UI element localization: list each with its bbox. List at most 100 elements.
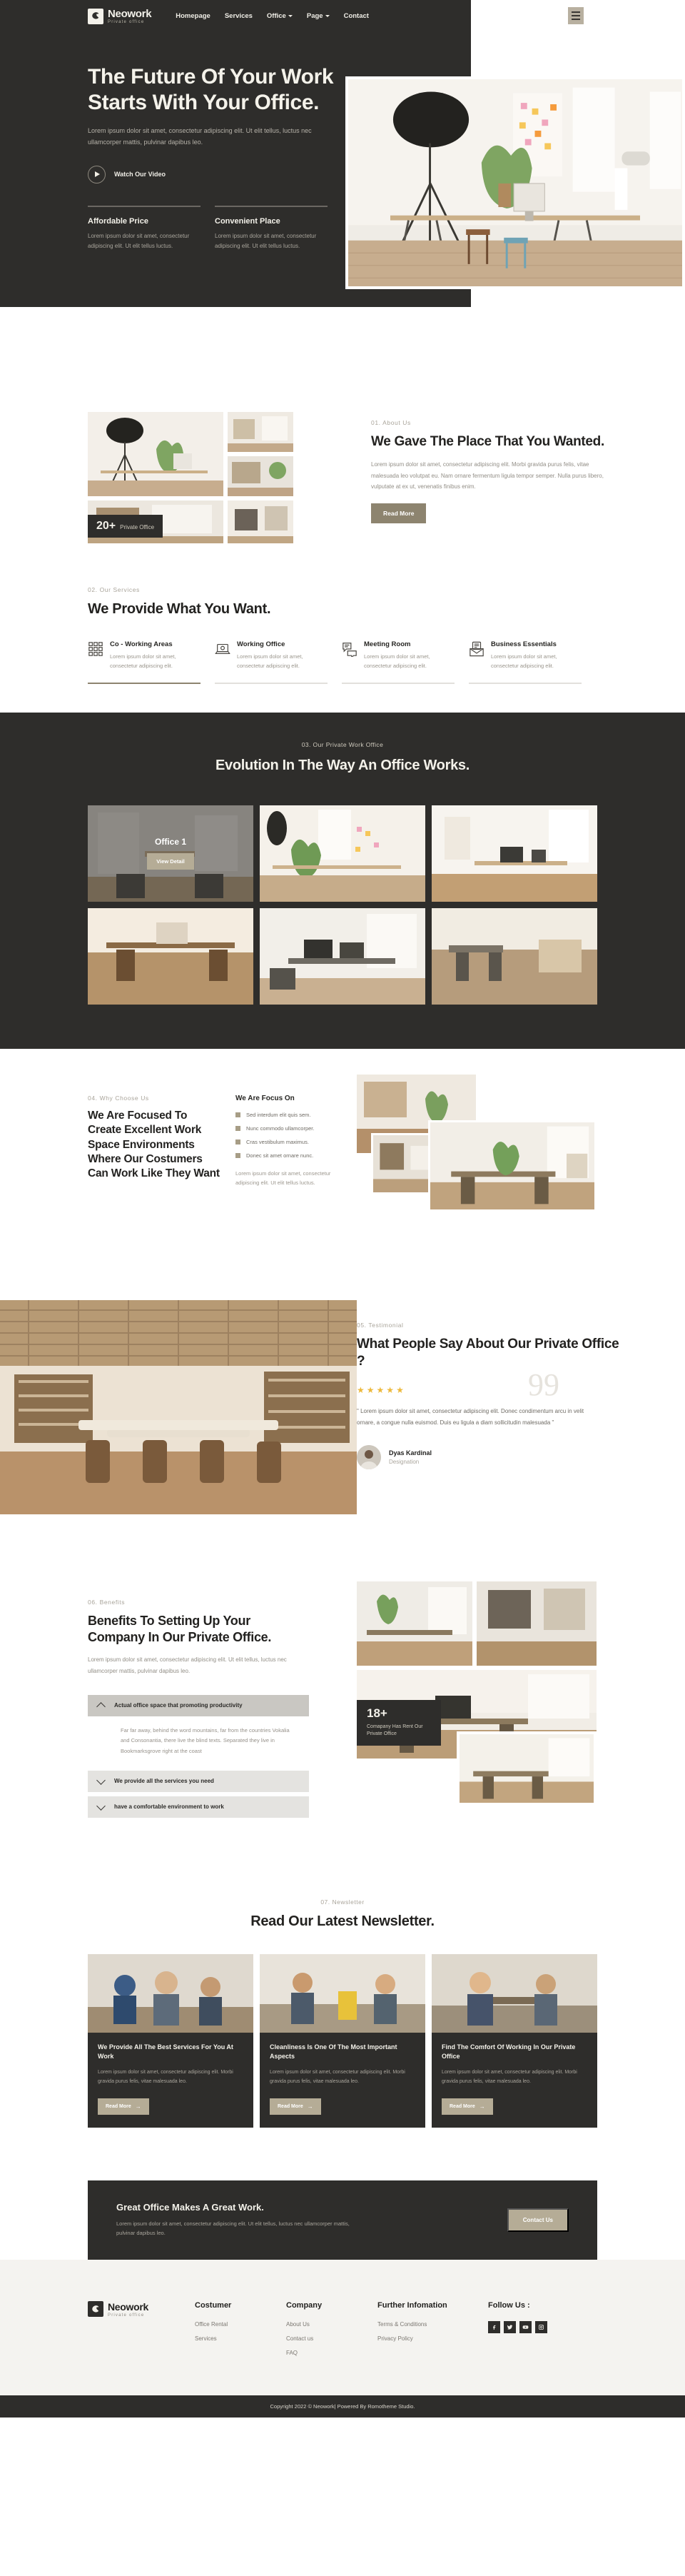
- bullet-square-icon: [235, 1139, 240, 1144]
- newsletter-cards: We Provide All The Best Services For You…: [88, 1953, 597, 2128]
- about-copy: 01. About Us We Gave The Place That You …: [371, 419, 607, 523]
- footer-column-follow: Follow Us :: [488, 2301, 579, 2364]
- benefits-image-1: [357, 1581, 472, 1666]
- newsletter-read-more-button[interactable]: Read More →: [442, 2098, 493, 2115]
- footer-column-further-information: Further Infomation Terms & Conditions Pr…: [377, 2301, 488, 2364]
- footer-link[interactable]: FAQ: [286, 2350, 377, 2356]
- service-card-meeting-room[interactable]: Meeting Room Lorem ipsum dolor sit amet,…: [342, 640, 469, 684]
- laptop-icon: [215, 641, 230, 657]
- play-icon: [88, 165, 106, 183]
- accordion-header[interactable]: We provide all the services you need: [88, 1770, 309, 1792]
- author-role: Designation: [389, 1459, 420, 1466]
- gallery-view-detail-button[interactable]: View Detail: [147, 853, 194, 870]
- nav-label: Contact: [343, 12, 369, 20]
- feature-text: Lorem ipsum dolor sit amet, consectetur …: [215, 232, 317, 249]
- footer-link[interactable]: About Us: [286, 2321, 377, 2328]
- services-list: Co - Working Areas Lorem ipsum dolor sit…: [88, 640, 597, 684]
- gallery-item[interactable]: [260, 805, 425, 902]
- service-text: Lorem ipsum dolor sit amet, consectetur …: [364, 653, 430, 670]
- newsletter-card[interactable]: Cleanliness Is One Of The Most Important…: [260, 1953, 425, 2128]
- facebook-icon[interactable]: [488, 2320, 500, 2333]
- service-card-working-office[interactable]: Working Office Lorem ipsum dolor sit ame…: [215, 640, 342, 684]
- site-footer: Neowork Private office Costumer Office R…: [0, 2259, 685, 2395]
- footer-link[interactable]: Privacy Policy: [377, 2335, 488, 2342]
- benefits-section: 06. Benefits Benefits To Setting Up Your…: [0, 1576, 685, 1877]
- gallery-eyebrow: 03. Our Private Work Office: [301, 740, 384, 748]
- gallery-item[interactable]: [432, 907, 597, 1005]
- gallery-item-active[interactable]: Office 1 View Detail: [88, 805, 253, 902]
- instagram-icon[interactable]: [535, 2320, 547, 2333]
- newsletter-section: 07. Newsletter Read Our Latest Newslette…: [0, 1876, 685, 2163]
- nav-item-office[interactable]: Office: [267, 12, 293, 20]
- main-navigation: Neowork Private office Homepage Services…: [0, 0, 685, 32]
- footer-link[interactable]: Terms & Conditions: [377, 2321, 488, 2328]
- newsletter-card-title: Cleanliness Is One Of The Most Important…: [270, 2043, 397, 2060]
- copyright-bar: Copyright 2022 © Neowork| Powered By Rom…: [0, 2395, 685, 2417]
- services-eyebrow: 02. Our Services: [88, 586, 140, 593]
- accordion-item: have a comfortable environment to work: [88, 1796, 309, 1818]
- cta-contact-button[interactable]: Contact Us: [507, 2208, 569, 2232]
- feature-title: Convenient Place: [215, 216, 280, 226]
- benefits-image-2: [477, 1581, 597, 1666]
- newsletter-read-more-button[interactable]: Read More →: [98, 2098, 149, 2115]
- newsletter-card-title: We Provide All The Best Services For You…: [98, 2043, 233, 2060]
- service-title: Meeting Room: [364, 640, 411, 648]
- about-image-main: [88, 412, 223, 496]
- chevron-down-icon: [288, 15, 293, 17]
- why-focus-text: Cras vestibulum maximus.: [246, 1138, 309, 1145]
- footer-column-title: Company: [286, 2300, 323, 2310]
- nav-item-services[interactable]: Services: [225, 12, 253, 20]
- newsletter-card[interactable]: Find The Comfort Of Working In Our Priva…: [432, 1953, 597, 2128]
- newsletter-card[interactable]: We Provide All The Best Services For You…: [88, 1953, 253, 2128]
- service-card-business-essentials[interactable]: Business Essentials Lorem ipsum dolor si…: [469, 640, 596, 684]
- footer-column-company: Company About Us Contact us FAQ: [286, 2301, 377, 2364]
- accordion-title: We provide all the services you need: [114, 1778, 214, 1785]
- benefits-stat-number: 18+: [367, 1706, 387, 1720]
- star-icon: ★: [357, 1385, 365, 1396]
- nav-item-homepage[interactable]: Homepage: [176, 12, 210, 20]
- chevron-down-icon: [96, 1775, 106, 1785]
- nav-item-contact[interactable]: Contact: [344, 12, 369, 20]
- why-eyebrow: 04. Why Choose Us: [88, 1094, 149, 1102]
- hero-heading-line1: The Future Of Your Work: [88, 65, 334, 89]
- footer-link[interactable]: Services: [195, 2335, 286, 2342]
- footer-link[interactable]: Contact us: [286, 2335, 377, 2342]
- newsletter-read-more-button[interactable]: Read More →: [270, 2098, 321, 2115]
- gallery-item[interactable]: [88, 907, 253, 1005]
- newsletter-card-title: Find The Comfort Of Working In Our Priva…: [442, 2043, 576, 2060]
- why-heading: We Are Focused To Create Excellent Work …: [88, 1109, 220, 1180]
- gallery-item[interactable]: [260, 907, 425, 1005]
- gallery-item[interactable]: [432, 805, 597, 902]
- accordion-header[interactable]: have a comfortable environment to work: [88, 1796, 309, 1818]
- footer-link[interactable]: Office Rental: [195, 2321, 286, 2328]
- divider: [215, 683, 328, 684]
- page-root: Neowork Private office Homepage Services…: [0, 0, 685, 2417]
- chevron-down-icon: [325, 15, 330, 17]
- gallery-overlay: Office 1 View Detail: [88, 805, 253, 902]
- service-text: Lorem ipsum dolor sit amet, consectetur …: [110, 653, 176, 670]
- hamburger-menu-icon[interactable]: [568, 7, 584, 24]
- nav-label: Homepage: [176, 12, 210, 20]
- logo-mark-icon: [88, 8, 103, 24]
- star-icon: ★: [396, 1385, 404, 1396]
- youtube-icon[interactable]: [519, 2320, 532, 2333]
- about-read-more-button[interactable]: Read More: [371, 503, 427, 523]
- watch-video-label: Watch Our Video: [114, 171, 166, 178]
- bullet-square-icon: [235, 1112, 240, 1117]
- service-card-co-working-areas[interactable]: Co - Working Areas Lorem ipsum dolor sit…: [88, 640, 215, 684]
- nav-item-page[interactable]: Page: [307, 12, 330, 20]
- accordion-body: Far far away, behind the word mountains,…: [121, 1726, 290, 1754]
- about-heading: We Gave The Place That You Wanted.: [371, 434, 604, 449]
- footer-brand[interactable]: Neowork Private office: [88, 2301, 195, 2364]
- brand-logo[interactable]: Neowork Private office: [88, 8, 152, 24]
- footer-column-title: Further Infomation: [377, 2300, 447, 2310]
- button-label: Read More: [278, 2103, 303, 2109]
- accordion-header[interactable]: Actual office space that promoting produ…: [88, 1694, 309, 1716]
- service-title: Co - Working Areas: [110, 640, 173, 648]
- avatar: [357, 1445, 381, 1470]
- rating-stars: ★ ★ ★ ★ ★: [357, 1386, 621, 1394]
- about-eyebrow: 01. About Us: [371, 419, 411, 426]
- quote-mark-icon: 99: [528, 1367, 559, 1403]
- twitter-icon[interactable]: [504, 2320, 516, 2333]
- testimonial-heading: What People Say About Our Private Office…: [357, 1336, 619, 1369]
